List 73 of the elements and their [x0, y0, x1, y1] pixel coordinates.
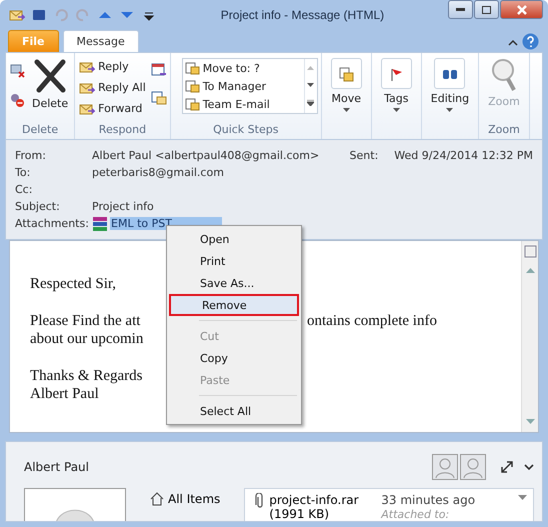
timestamp: 33 minutes ago: [381, 493, 476, 508]
save-icon: [31, 7, 47, 23]
field-value: peterbaris8@gmail.com: [92, 165, 225, 181]
close-button[interactable]: [500, 0, 543, 19]
collapse-ribbon-icon[interactable]: [508, 39, 518, 46]
magnifier-icon: [490, 58, 518, 92]
attachment-name: project-info.rar (1991 KB): [269, 493, 360, 521]
menu-item[interactable]: Select All: [169, 400, 299, 422]
expand-gallery-icon[interactable]: [307, 100, 314, 106]
field-label: To:: [15, 165, 32, 181]
body-text: Respected Sir,: [30, 275, 116, 293]
field-value: Project info: [92, 199, 155, 215]
body-text: Thanks & Regards: [30, 367, 142, 385]
field-value: Albert Paul <albertpaul408@gmail.com>: [92, 148, 320, 164]
undo-icon: [53, 7, 69, 23]
archive-icon: [92, 216, 108, 232]
ignore-icon: [9, 92, 25, 108]
activity-item[interactable]: project-info.rar (1991 KB) 33 minutes ago Attached to:: [244, 488, 534, 521]
quick-step[interactable]: Team E-mail: [182, 95, 304, 113]
respond-button[interactable]: Forward: [78, 98, 144, 119]
menu-item[interactable]: Copy: [169, 347, 299, 369]
maximize-icon: [482, 6, 491, 14]
respond-button[interactable]: Reply: [78, 56, 130, 77]
zoom-icon[interactable]: [524, 245, 536, 258]
maximize-button[interactable]: [474, 0, 499, 19]
group-label: Respond: [98, 122, 148, 138]
help-icon[interactable]: [522, 33, 539, 50]
chevron-down-icon[interactable]: [524, 463, 534, 471]
field-label: From:: [15, 148, 47, 164]
field-label: Cc:: [15, 182, 34, 198]
window-title: Project info - Message (HTML): [220, 8, 386, 22]
tags-button[interactable]: Tags: [374, 56, 418, 114]
dropdown-arrow-icon: [446, 108, 454, 112]
paperclip-icon: [255, 493, 266, 509]
contact-name: Albert Paul: [24, 460, 90, 474]
dropdown-arrow-icon: [392, 108, 400, 112]
field-label: Attachments:: [15, 216, 90, 232]
nav-item[interactable]: All Items: [150, 488, 220, 508]
field-label: Subject:: [15, 199, 61, 215]
respond-button[interactable]: Reply All: [78, 77, 147, 98]
menu-item[interactable]: Open: [169, 228, 299, 250]
editing-button[interactable]: Editing: [424, 56, 476, 114]
menu-item[interactable]: Print: [169, 250, 299, 272]
expand-icon[interactable]: [500, 460, 514, 474]
close-icon: [516, 4, 526, 14]
group-label: Delete: [21, 122, 60, 138]
minimize-button[interactable]: [448, 0, 473, 19]
body-text: ontains complete info: [307, 312, 438, 330]
delete-button[interactable]: Delete: [29, 56, 72, 112]
group-label: Quick Steps: [212, 122, 280, 138]
move-icon: [338, 66, 354, 82]
menu-item[interactable]: Remove: [169, 294, 299, 316]
home-icon: [150, 492, 164, 506]
more-respond-icon: [150, 90, 167, 106]
field-label: Sent:: [350, 148, 378, 164]
minimize-icon: [456, 8, 465, 11]
group-label: Zoom: [487, 122, 521, 138]
quick-step[interactable]: To Manager: [182, 77, 304, 95]
scroll-down-icon[interactable]: [307, 82, 314, 87]
dropdown-arrow-icon: [342, 108, 350, 112]
body-text: about our upcomin: [30, 330, 144, 348]
meeting-icon: [150, 62, 167, 78]
ribbon-tab[interactable]: Message: [62, 30, 139, 52]
redo-icon: [75, 7, 91, 23]
dropdown-icon[interactable]: [518, 495, 527, 500]
move-button[interactable]: Move: [324, 56, 368, 114]
menu-item[interactable]: Save As...: [169, 272, 299, 294]
cleanup-icon: [9, 62, 25, 78]
sent-date: Wed 9/24/2014 12:32 PM: [394, 148, 533, 164]
body-text: Albert Paul: [30, 385, 99, 403]
body-text: Please Find the att: [30, 312, 140, 330]
quick-step[interactable]: Move to: ?: [182, 59, 304, 77]
attached-to-label: Attached to:: [381, 508, 450, 521]
